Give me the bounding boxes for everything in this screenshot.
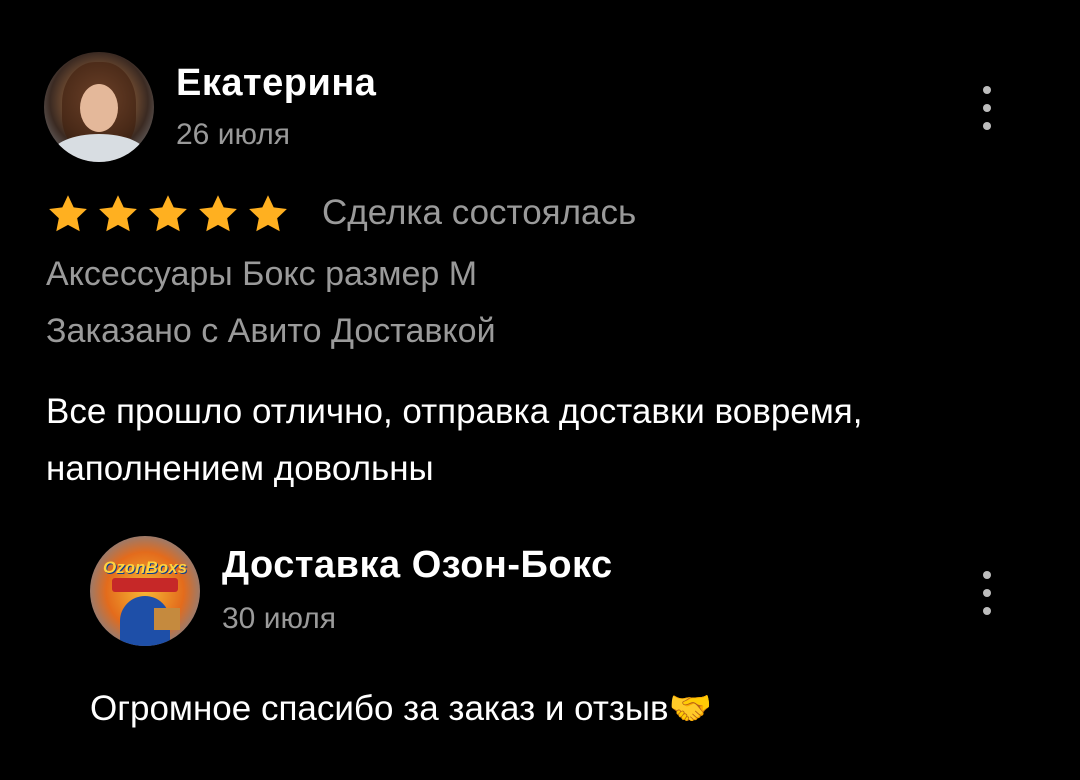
seller-logo-ribbon (112, 578, 178, 592)
review-text: Все прошло отлично, отправка доставки во… (46, 392, 863, 488)
review-item-name[interactable]: Аксессуары Бокс размер M (46, 255, 477, 294)
star-icon (249, 195, 287, 232)
parcel-box-icon (154, 608, 180, 630)
dot (983, 571, 991, 579)
rating-stars (46, 192, 290, 236)
dot (983, 607, 991, 615)
dot (983, 122, 991, 130)
reply-more-options-icon[interactable] (975, 571, 999, 615)
seller-avatar[interactable]: OzonBoxs (90, 536, 200, 646)
reply-author-name[interactable]: Доставка Озон-Бокс (222, 544, 613, 587)
reply-text: Огромное спасибо за заказ и отзыв🤝 (90, 689, 713, 728)
review-date: 26 июля (176, 118, 291, 151)
star-icon (49, 195, 87, 232)
reply-date: 30 июля (222, 602, 337, 635)
avatar-shirt (52, 134, 146, 162)
review-author-name[interactable]: Екатерина (176, 62, 376, 105)
deal-status: Сделка состоялась (322, 193, 637, 232)
review-more-options-icon[interactable] (975, 86, 999, 130)
dot (983, 104, 991, 112)
seller-logo-text: OzonBoxs (102, 558, 188, 577)
delivery-note: Заказано с Авито Доставкой (46, 312, 496, 350)
dot (983, 86, 991, 94)
star-icon (199, 195, 237, 232)
author-avatar[interactable] (44, 52, 154, 162)
star-icon (99, 195, 137, 232)
star-icon (149, 195, 187, 232)
review-card: Екатерина 26 июля Сделка состоялась Аксе… (0, 0, 1080, 500)
avatar-face (80, 84, 118, 132)
dot (983, 589, 991, 597)
